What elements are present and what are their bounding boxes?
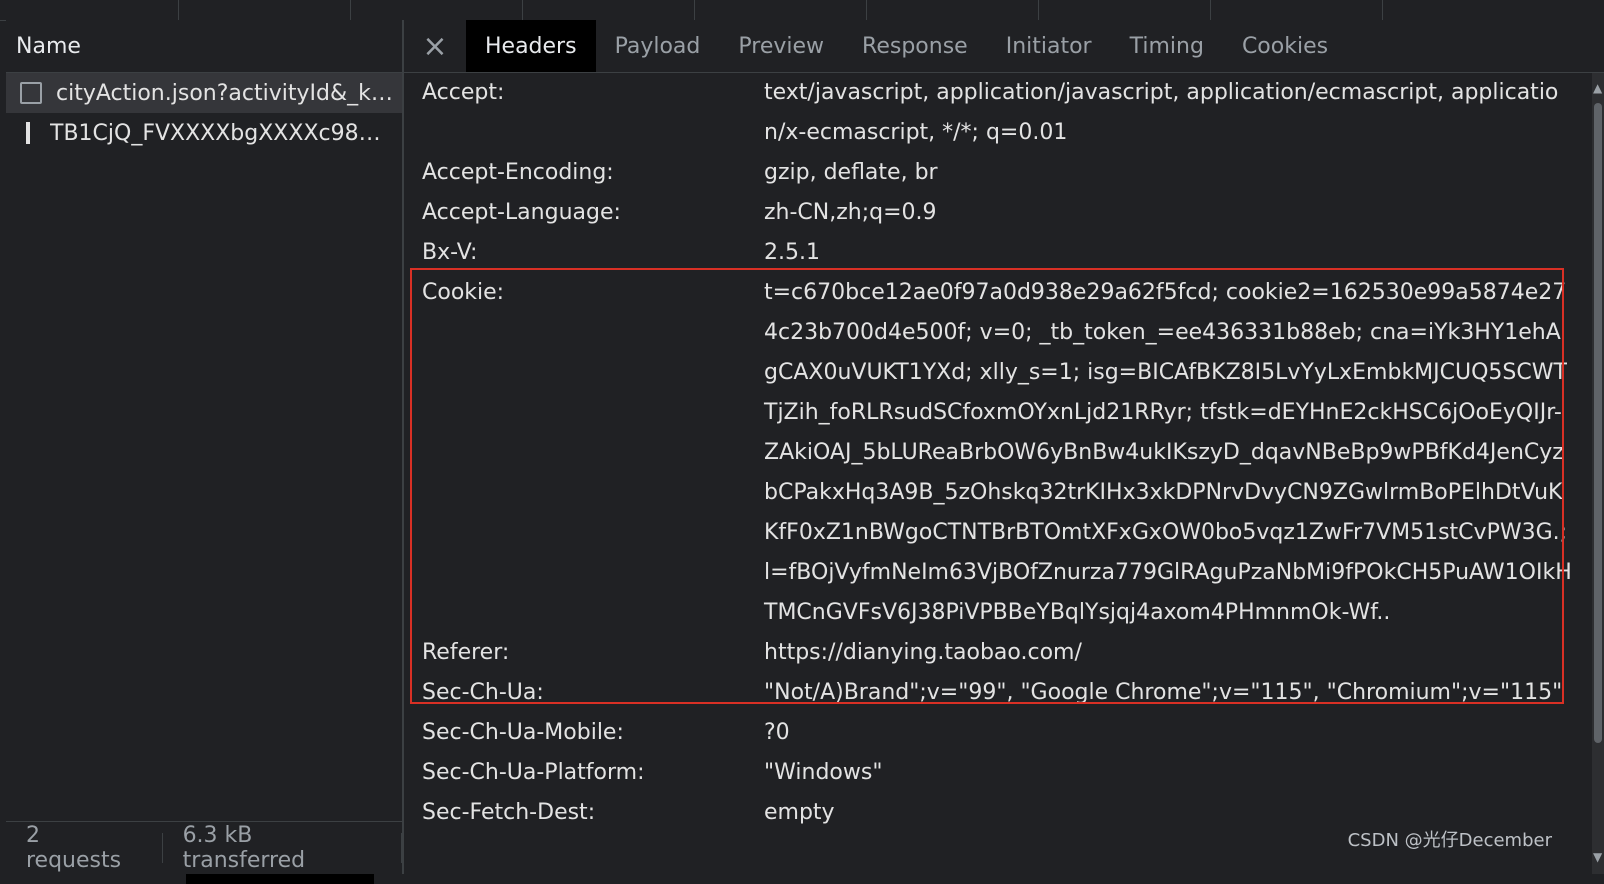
header-value: zh-CN,zh;q=0.9 xyxy=(764,200,937,225)
scrollbar-thumb[interactable] xyxy=(1594,103,1602,743)
close-icon[interactable]: × xyxy=(404,20,466,72)
header-row-sec-ch-ua-mobile: Sec-Ch-Ua-Mobile: ?0 xyxy=(404,713,1604,753)
tab-response[interactable]: Response xyxy=(843,20,987,72)
request-row[interactable]: cityAction.json?activityId&_ks... xyxy=(6,73,402,113)
header-name: Sec-Ch-Ua: xyxy=(422,680,544,705)
watermark: CSDN @光仔December xyxy=(1347,830,1552,851)
header-name: Accept-Encoding: xyxy=(422,160,614,185)
bottom-bar xyxy=(0,874,1604,884)
tab-headers[interactable]: Headers xyxy=(466,20,596,72)
bottom-bar-block xyxy=(186,874,374,884)
tab-timing[interactable]: Timing xyxy=(1111,20,1223,72)
header-value: https://dianying.taobao.com/ xyxy=(764,640,1082,665)
header-value: "Not/A)Brand";v="99", "Google Chrome";v=… xyxy=(764,680,1563,705)
header-value: 2.5.1 xyxy=(764,240,820,265)
status-bar: 2 requests 6.3 kB transferred xyxy=(6,821,403,874)
top-strip-divider xyxy=(1382,0,1383,20)
scroll-down-icon[interactable]: ▼ xyxy=(1593,850,1602,864)
tab-preview[interactable]: Preview xyxy=(719,20,843,72)
header-value: "Windows" xyxy=(764,760,883,785)
top-strip-divider xyxy=(1210,0,1211,20)
header-row-bx-v: Bx-V: 2.5.1 xyxy=(404,233,1604,273)
request-headers-list: Accept: text/javascript, application/jav… xyxy=(404,73,1604,874)
top-strip-divider xyxy=(866,0,867,20)
vertical-scrollbar[interactable]: ▲ ▼ xyxy=(1592,73,1604,874)
tab-payload[interactable]: Payload xyxy=(596,20,720,72)
name-column-label: Name xyxy=(16,33,81,59)
header-row-sec-ch-ua-platform: Sec-Ch-Ua-Platform: "Windows" xyxy=(404,753,1604,793)
request-count: 2 requests xyxy=(26,823,122,873)
tab-initiator[interactable]: Initiator xyxy=(987,20,1111,72)
header-row-referer: Referer: https://dianying.taobao.com/ xyxy=(404,633,1604,673)
request-name: cityAction.json?activityId&_ks... xyxy=(56,80,396,106)
header-name: Accept: xyxy=(422,80,505,105)
details-tab-bar: × Headers Payload Preview Response Initi… xyxy=(404,20,1604,73)
header-row-accept-language: Accept-Language: zh-CN,zh;q=0.9 xyxy=(404,193,1604,233)
top-strip-divider xyxy=(178,0,179,20)
status-divider xyxy=(401,833,403,863)
request-details-panel: × Headers Payload Preview Response Initi… xyxy=(404,20,1604,874)
header-value: ?0 xyxy=(764,720,790,745)
top-strip-divider xyxy=(1038,0,1039,20)
top-strip-divider xyxy=(522,0,523,20)
top-strip-divider xyxy=(350,0,351,20)
header-row-accept: Accept: text/javascript, application/jav… xyxy=(404,73,1604,153)
header-row-accept-encoding: Accept-Encoding: gzip, deflate, br xyxy=(404,153,1604,193)
header-name: Cookie: xyxy=(422,280,505,305)
header-name: Referer: xyxy=(422,640,510,665)
image-file-icon xyxy=(26,122,30,144)
scroll-up-icon[interactable]: ▲ xyxy=(1593,81,1602,95)
header-row-cookie: Cookie: t=c670bce12ae0f97a0d938e29a62f5f… xyxy=(404,273,1604,633)
request-row[interactable]: TB1CjQ_FVXXXXbgXXXXc98EU... xyxy=(6,113,402,153)
header-name: Bx-V: xyxy=(422,240,478,265)
header-name: Sec-Ch-Ua-Platform: xyxy=(422,760,645,785)
header-value: text/javascript, application/javascript,… xyxy=(764,80,1559,145)
header-row-sec-ch-ua: Sec-Ch-Ua: "Not/A)Brand";v="99", "Google… xyxy=(404,673,1604,713)
header-value: t=c670bce12ae0f97a0d938e29a62f5fcd; cook… xyxy=(764,280,1572,625)
request-name: TB1CjQ_FVXXXXbgXXXXc98EU... xyxy=(50,120,390,146)
transferred-size: 6.3 kB transferred xyxy=(182,823,306,873)
header-name: Sec-Fetch-Dest: xyxy=(422,800,596,825)
header-value: gzip, deflate, br xyxy=(764,160,938,185)
header-name: Sec-Ch-Ua-Mobile: xyxy=(422,720,624,745)
request-list-panel: Name cityAction.json?activityId&_ks... T… xyxy=(6,20,404,874)
tab-cookies[interactable]: Cookies xyxy=(1223,20,1347,72)
name-column-header[interactable]: Name xyxy=(6,20,402,73)
header-name: Accept-Language: xyxy=(422,200,621,225)
top-strip-divider xyxy=(694,0,695,20)
top-strip xyxy=(0,0,1604,21)
checkbox-icon xyxy=(20,82,42,104)
